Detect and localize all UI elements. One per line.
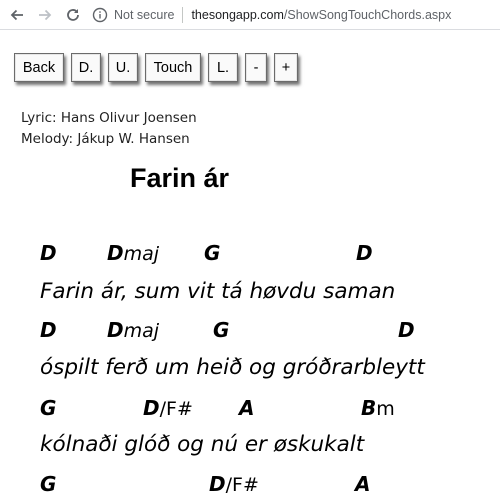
chord-line: G D/F# A Bm bbox=[0, 396, 500, 424]
lyric-credit: Lyric: Hans Olivur Joensen bbox=[21, 110, 197, 126]
chord: A bbox=[355, 472, 371, 496]
chord: Dmaj bbox=[107, 241, 160, 265]
lyric-line: óspilt ferð um heið og gróðrarbleytt bbox=[40, 355, 425, 380]
chord: A bbox=[239, 396, 255, 420]
chord: G bbox=[40, 396, 57, 420]
song-toolbar: Back D. U. Touch L. - + bbox=[14, 53, 305, 82]
song-title: Farin ár bbox=[130, 163, 230, 193]
security-status: Not secure bbox=[114, 8, 175, 22]
back-arrow-icon[interactable] bbox=[6, 4, 28, 26]
address-bar[interactable]: Not secure thesongapp.com/ShowSongTouchC… bbox=[92, 3, 496, 27]
down-button[interactable]: D. bbox=[71, 53, 101, 82]
omnibox-divider bbox=[182, 7, 184, 23]
chord-line: D Dmaj G D bbox=[0, 241, 500, 269]
touch-button[interactable]: Touch bbox=[145, 53, 201, 82]
chord: Dmaj bbox=[107, 318, 160, 342]
chord: D/F# bbox=[143, 396, 193, 420]
browser-toolbar: Not secure thesongapp.com/ShowSongTouchC… bbox=[0, 0, 500, 30]
chord: D/F# bbox=[209, 472, 259, 496]
reload-icon[interactable] bbox=[62, 4, 84, 26]
increase-button[interactable]: + bbox=[274, 53, 298, 82]
melody-credit: Melody: Jákup W. Hansen bbox=[21, 131, 190, 147]
chord: D bbox=[398, 318, 415, 342]
info-icon[interactable] bbox=[92, 7, 108, 23]
url-host: thesongapp.com bbox=[191, 8, 284, 22]
chord: G bbox=[40, 472, 57, 496]
forward-arrow-icon[interactable] bbox=[34, 4, 56, 26]
chord: Bm bbox=[361, 396, 395, 420]
chord: D bbox=[40, 318, 57, 342]
chord-line: G D/F# A bbox=[0, 472, 500, 500]
url-path: /ShowSongTouchChords.aspx bbox=[283, 8, 452, 22]
lyric-line: Farin ár, sum vit tá høvdu saman bbox=[40, 279, 396, 304]
chord: D bbox=[40, 241, 57, 265]
up-button[interactable]: U. bbox=[108, 53, 138, 82]
chord-line: D Dmaj G D bbox=[0, 318, 500, 346]
l-button[interactable]: L. bbox=[208, 53, 238, 82]
chord: D bbox=[356, 241, 373, 265]
chord: G bbox=[204, 241, 221, 265]
song-credits: Lyric: Hans Olivur Joensen Melody: Jákup… bbox=[21, 108, 197, 150]
back-button[interactable]: Back bbox=[14, 53, 64, 82]
lyric-line: kólnaði glóð og nú er øskukalt bbox=[40, 432, 365, 457]
decrease-button[interactable]: - bbox=[245, 53, 267, 82]
chord: G bbox=[213, 318, 230, 342]
